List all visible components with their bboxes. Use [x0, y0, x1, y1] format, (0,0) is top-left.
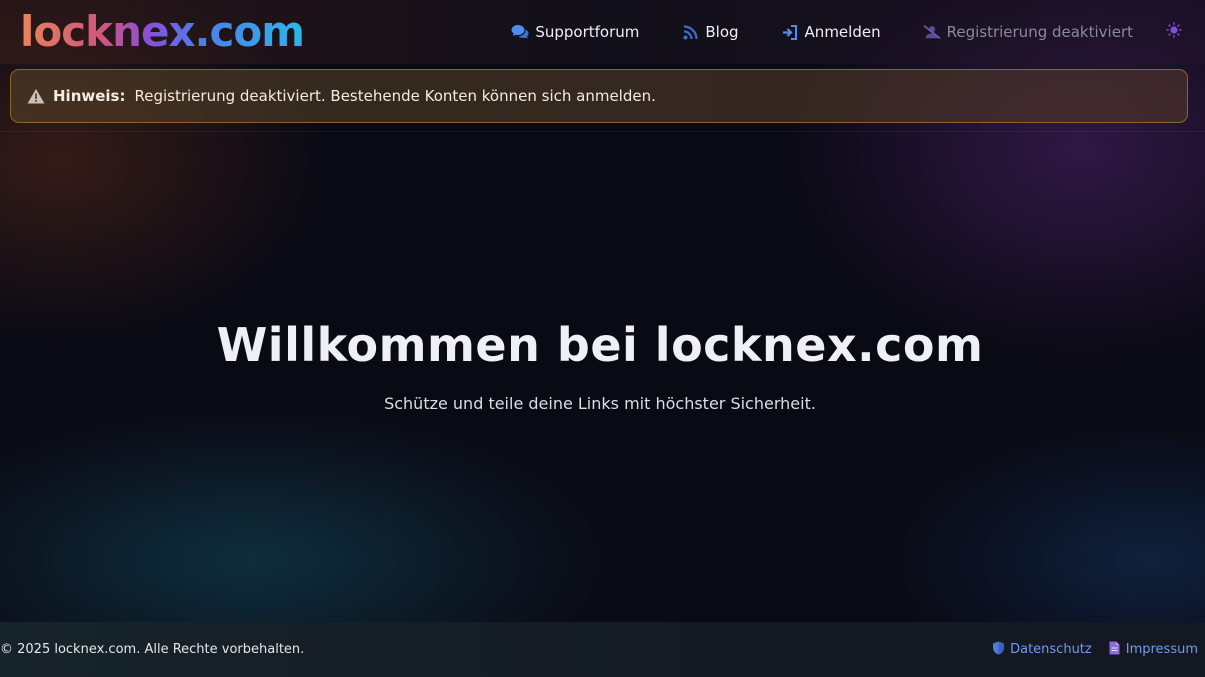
- sun-icon: [1166, 22, 1182, 42]
- page: locknex.com Supportforum Blog Anmelden R…: [0, 0, 1205, 677]
- document-icon: [1108, 641, 1121, 659]
- warning-triangle-icon: [27, 88, 45, 104]
- footer-datenschutz-label: Datenschutz: [1010, 642, 1092, 657]
- theme-toggle-button[interactable]: [1165, 22, 1183, 42]
- footer-copyright: © 2025 locknex.com. Alle Rechte vorbehal…: [0, 642, 305, 657]
- chat-bubbles-icon: [511, 23, 529, 41]
- site-logo[interactable]: locknex.com: [20, 11, 305, 53]
- registration-notice: Hinweis: Registrierung deaktiviert. Best…: [10, 69, 1188, 123]
- hero-section: Willkommen bei locknex.com Schütze und t…: [0, 318, 1200, 413]
- main-nav: Supportforum Blog Anmelden Registrierung…: [469, 22, 1183, 42]
- top-navbar: locknex.com Supportforum Blog Anmelden R…: [0, 0, 1205, 64]
- footer-link-impressum[interactable]: Impressum: [1108, 641, 1198, 659]
- footer-link-datenschutz[interactable]: Datenschutz: [992, 641, 1092, 659]
- nav-anmelden[interactable]: Anmelden: [781, 23, 881, 41]
- nav-registrierung-deaktiviert: Registrierung deaktiviert: [922, 23, 1133, 41]
- rss-icon: [681, 23, 699, 41]
- footer-links: Datenschutz Impressum: [992, 641, 1198, 659]
- nav-supportforum-label: Supportforum: [535, 23, 640, 41]
- notice-text: Registrierung deaktiviert. Bestehende Ko…: [134, 87, 656, 105]
- nav-registrierung-label: Registrierung deaktiviert: [946, 23, 1133, 41]
- footer: © 2025 locknex.com. Alle Rechte vorbehal…: [0, 622, 1205, 677]
- nav-supportforum[interactable]: Supportforum: [511, 23, 639, 41]
- sign-in-icon: [781, 23, 799, 41]
- hero-title: Willkommen bei locknex.com: [216, 318, 984, 372]
- shield-icon: [992, 641, 1005, 659]
- header-divider: [0, 131, 1205, 132]
- hero-subtitle: Schütze und teile deine Links mit höchst…: [384, 394, 816, 413]
- nav-blog-label: Blog: [705, 23, 739, 41]
- nav-anmelden-label: Anmelden: [804, 23, 881, 41]
- notice-label: Hinweis:: [53, 87, 126, 105]
- footer-impressum-label: Impressum: [1125, 642, 1198, 657]
- user-slash-icon: [922, 23, 941, 41]
- nav-blog[interactable]: Blog: [681, 23, 739, 41]
